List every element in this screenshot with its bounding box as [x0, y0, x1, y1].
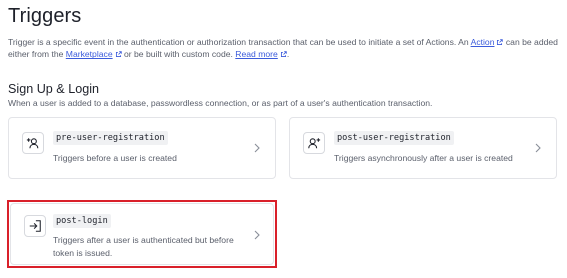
- trigger-card-post-login[interactable]: post-login Triggers after a user is auth…: [10, 203, 274, 265]
- intro-text-part: Trigger is a specific event in the authe…: [8, 37, 471, 47]
- trigger-name: pre-user-registration: [53, 131, 168, 145]
- marketplace-link[interactable]: Marketplace: [66, 49, 122, 59]
- external-link-icon: [280, 51, 287, 58]
- read-more-link-label: Read more: [235, 49, 278, 60]
- external-link-icon: [115, 51, 122, 58]
- trigger-card-post-user-registration[interactable]: post-user-registration Triggers asynchro…: [289, 117, 557, 179]
- login-arrow-icon: [24, 215, 46, 237]
- action-link-label: Action: [470, 37, 495, 47]
- trigger-description-line: token is issued.: [53, 247, 113, 258]
- intro-text: Trigger is a specific event in the authe…: [8, 36, 560, 61]
- chevron-right-icon: [535, 143, 541, 153]
- intro-text-part: or be built with custom code.: [121, 49, 236, 60]
- trigger-description: Triggers before a user is created: [53, 153, 177, 163]
- intro-text-part: .: [286, 49, 290, 60]
- chevron-right-icon: [254, 143, 260, 153]
- trigger-description: Triggers after a user is authenticated b…: [53, 234, 234, 259]
- trigger-name: post-login: [53, 214, 111, 228]
- read-more-link[interactable]: Read more: [235, 49, 287, 59]
- trigger-card-pre-user-registration[interactable]: pre-user-registration Triggers before a …: [8, 117, 276, 179]
- page-title: Triggers: [8, 5, 82, 27]
- trigger-name: post-user-registration: [334, 131, 454, 145]
- section-title: Sign Up & Login: [8, 82, 100, 96]
- section-description: When a user is added to a database, pass…: [8, 98, 433, 108]
- trigger-description: Triggers asynchronously after a user is …: [334, 153, 513, 163]
- action-link[interactable]: Action: [471, 37, 504, 47]
- user-plus-icon: [22, 132, 44, 154]
- chevron-right-icon: [254, 230, 260, 240]
- user-plus-icon: [303, 132, 325, 154]
- trigger-description-line: Triggers after a user is authenticated b…: [53, 235, 234, 245]
- marketplace-link-label: Marketplace: [65, 49, 113, 60]
